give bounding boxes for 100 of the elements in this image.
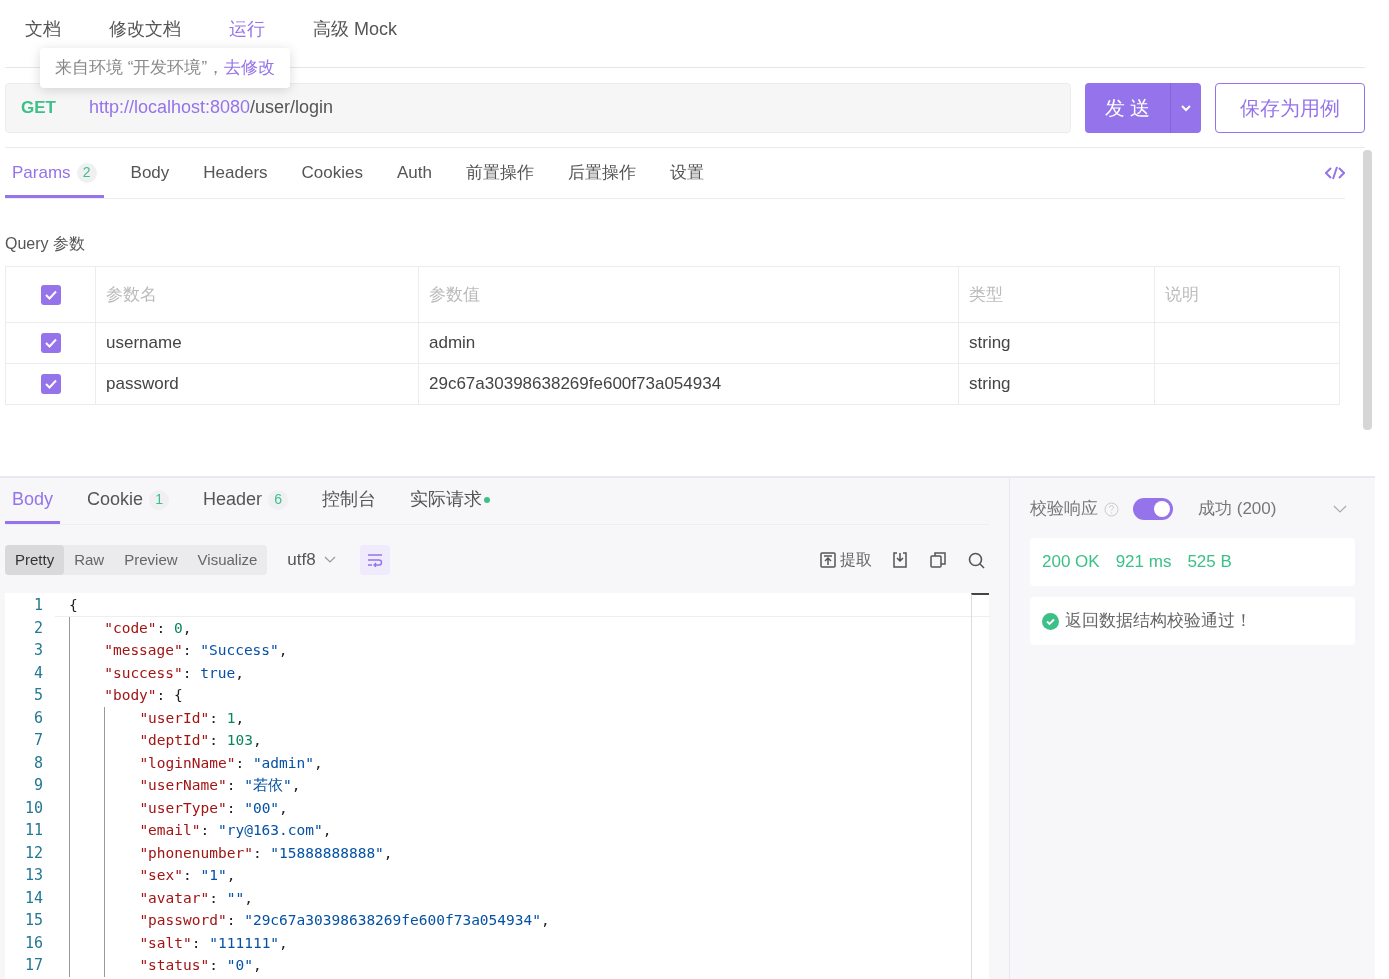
- line-number: 4: [32, 662, 44, 684]
- view-mode-tab[interactable]: Visualize: [187, 545, 268, 575]
- tab[interactable]: Headers: [196, 148, 275, 198]
- download-icon[interactable]: [892, 552, 908, 568]
- chevron-down-icon: [1180, 103, 1192, 112]
- line-number: 6: [32, 707, 44, 729]
- code-line: "deptId": 103,: [139, 732, 262, 748]
- line-number: 3: [32, 640, 44, 661]
- line-number: 7: [32, 730, 44, 751]
- line-number: 9: [32, 775, 44, 796]
- tab[interactable]: 控制台: [315, 478, 384, 524]
- column-header: 参数值: [429, 283, 480, 306]
- column-header: 类型: [969, 283, 1003, 306]
- edit-env-link[interactable]: 去修改: [224, 55, 276, 81]
- code-line: "avatar": "",: [139, 889, 253, 906]
- status-code: 200 OK: [1042, 551, 1100, 574]
- editor-scrollbar[interactable]: [971, 593, 989, 979]
- save-case-button[interactable]: 保存为用例: [1215, 82, 1365, 133]
- checkbox[interactable]: [40, 333, 61, 353]
- upload-box-icon: [820, 552, 836, 568]
- line-number: 15: [23, 910, 44, 931]
- validate-label: 校验响应: [1030, 498, 1098, 521]
- code-line: "message": "Success",: [104, 642, 288, 658]
- line-number: 14: [23, 887, 44, 909]
- top-tab[interactable]: 文档: [25, 16, 61, 43]
- chevron-down-icon: [323, 556, 336, 564]
- check-circle-icon: [1042, 612, 1059, 630]
- code-line: "body": {: [104, 687, 183, 703]
- code-line: "success": true,: [104, 664, 244, 681]
- code-icon[interactable]: [1325, 166, 1345, 180]
- response-size: 525 B: [1187, 551, 1232, 574]
- table-cell-text: admin: [429, 332, 476, 355]
- check-icon: [44, 379, 57, 389]
- url-text: http://localhost:8080/user/login: [88, 96, 334, 119]
- code-line: {: [69, 597, 78, 613]
- top-tab[interactable]: 高级 Mock: [313, 16, 397, 43]
- url-field[interactable]: GET http://localhost:8080/user/login: [5, 82, 1071, 133]
- line-number: 11: [23, 820, 44, 841]
- check-icon: [44, 338, 57, 348]
- response-time: 921 ms: [1115, 551, 1172, 574]
- code-line: "code": 0,: [104, 619, 192, 636]
- count-badge: 2: [76, 162, 97, 183]
- line-number: 2: [32, 617, 44, 639]
- validate-toggle[interactable]: [1133, 498, 1173, 520]
- line-number: 10: [23, 797, 44, 819]
- send-menu-button[interactable]: [1171, 82, 1201, 133]
- tab[interactable]: Cookie 1: [80, 478, 177, 524]
- tab[interactable]: Header 6: [196, 478, 296, 524]
- line-number: 1: [32, 595, 44, 616]
- line-number: 16: [23, 932, 44, 954]
- view-mode-tab[interactable]: Pretty: [5, 545, 65, 575]
- line-number: 12: [23, 842, 44, 864]
- line-number: 8: [32, 752, 44, 774]
- column-header: 说明: [1165, 283, 1199, 306]
- code-line: "loginName": "admin",: [139, 754, 323, 771]
- wrap-icon: [366, 553, 383, 567]
- line-number: 13: [23, 865, 44, 886]
- validation-message: 返回数据结构校验通过！: [1065, 610, 1252, 633]
- tab[interactable]: Body: [123, 148, 177, 198]
- encoding-select[interactable]: utf8: [287, 547, 336, 573]
- tab[interactable]: Cookies: [294, 148, 370, 198]
- table-cell-text: username: [106, 332, 182, 355]
- code-line: "userId": 1,: [139, 709, 245, 726]
- extract-button[interactable]: 提取: [820, 548, 872, 572]
- code-line: "userType": "00",: [139, 799, 288, 816]
- copy-icon[interactable]: [930, 552, 946, 568]
- chevron-down-icon[interactable]: [1333, 505, 1347, 513]
- validate-result[interactable]: 成功 (200): [1198, 496, 1277, 522]
- line-number: 5: [32, 685, 44, 706]
- line-number: 17: [23, 955, 44, 976]
- table-cell-text: string: [969, 373, 1011, 396]
- view-mode-tab[interactable]: Preview: [114, 545, 188, 575]
- view-mode-tab[interactable]: Raw: [64, 545, 115, 575]
- wrap-button[interactable]: [359, 545, 390, 575]
- tab[interactable]: 后置操作: [561, 148, 643, 198]
- tab[interactable]: 前置操作: [459, 148, 541, 198]
- top-tab[interactable]: 运行: [229, 16, 265, 43]
- tab[interactable]: 设置: [663, 148, 711, 198]
- table-cell-text: 29c67a30398638269fe600f73a054934: [429, 373, 722, 396]
- tab[interactable]: Auth: [390, 148, 439, 198]
- code-line: "email": "ry@163.com",: [139, 822, 332, 838]
- tab[interactable]: 实际请求: [403, 478, 498, 524]
- tooltip-text: 来自环境 “开发环境”，: [55, 57, 225, 80]
- table-cell-text: string: [969, 332, 1011, 355]
- send-button[interactable]: 发 送: [1085, 82, 1171, 133]
- checkbox[interactable]: [40, 374, 61, 394]
- search-icon[interactable]: [968, 551, 985, 569]
- code-line: "salt": "111111",: [139, 934, 288, 951]
- code-line: "sex": "1",: [139, 867, 236, 883]
- scrollbar-thumb[interactable]: [1363, 150, 1372, 430]
- checkbox[interactable]: [40, 284, 61, 305]
- code-line: "status": "0",: [139, 957, 262, 973]
- code-line: "password": "29c67a30398638269fe600f73a054934",: [139, 912, 550, 928]
- count-badge: 1: [149, 489, 170, 510]
- tab[interactable]: Params 2: [5, 148, 104, 198]
- count-badge: 6: [268, 489, 289, 510]
- code-line: "userName": "若依",: [139, 777, 301, 793]
- column-header: 参数名: [106, 283, 157, 306]
- top-tab[interactable]: 修改文档: [109, 16, 181, 43]
- code-line: "phonenumber": "15888888888",: [139, 844, 393, 861]
